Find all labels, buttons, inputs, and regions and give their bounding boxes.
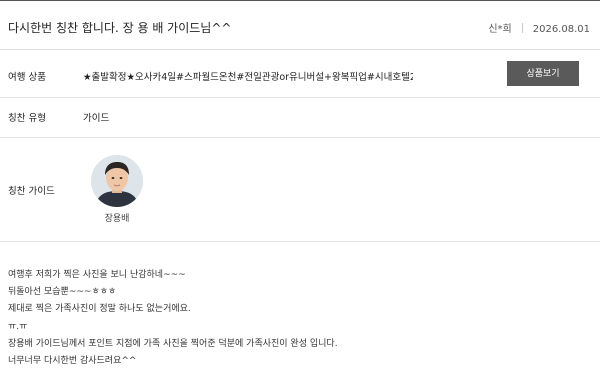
product-label: 여행 상품 (8, 72, 46, 83)
content-line: ㅠ.ㅠ (8, 321, 28, 332)
content-line: 제대로 찍은 가족사진이 정말 하나도 없는거에요. (8, 304, 191, 315)
product-name: ★출발확정★오사카4일#스파월드온천#전일관광or유니버설+왕복픽업#시내호텔2… (83, 72, 413, 83)
praise-guide-label: 칭찬 가이드 (8, 186, 55, 197)
content-line: 여행후 저희가 찍은 사진을 보니 난감하네~~~ (8, 270, 186, 280)
post-date: 2026.08.01 (532, 24, 590, 35)
post-title: 다시한번 칭찬 합니다. 장 용 배 가이드님^^ (8, 21, 232, 35)
guide-name: 장용배 (104, 214, 130, 224)
meta-divider (521, 23, 523, 33)
content-line: 너무너무 다시한번 감사드려요^^ (8, 355, 137, 366)
post-meta: 신*희 2026.08.01 (488, 20, 590, 35)
praise-guide-row: 칭찬 가이드 장용배 (0, 138, 600, 242)
praise-type-label: 칭찬 유형 (8, 113, 46, 124)
guide-avatar (91, 155, 143, 207)
view-product-button[interactable]: 상품보기 (507, 61, 579, 86)
post-header: 다시한번 칭찬 합니다. 장 용 배 가이드님^^ 신*희 2026.08.01 (0, 0, 600, 50)
product-row: 여행 상품 ★출발확정★오사카4일#스파월드온천#전일관광or유니버설+왕복픽업… (0, 50, 600, 98)
content-line: 장용배 가이드님께서 포인트 지점에 가족 사진을 찍어준 덕분에 가족사진이 … (8, 338, 338, 349)
content-line: 뒤돌아선 모습뿐~~~ㅎㅎㅎ (8, 287, 117, 298)
author-name: 신*희 (488, 24, 512, 35)
guide-photo-icon (91, 155, 143, 207)
praise-type-value: 가이드 (83, 113, 110, 124)
praise-content: 여행후 저희가 찍은 사진을 보니 난감하네~~~ 뒤돌아선 모습뿐~~~ㅎㅎㅎ… (8, 267, 338, 370)
praise-type-row: 칭찬 유형 가이드 (0, 98, 600, 138)
